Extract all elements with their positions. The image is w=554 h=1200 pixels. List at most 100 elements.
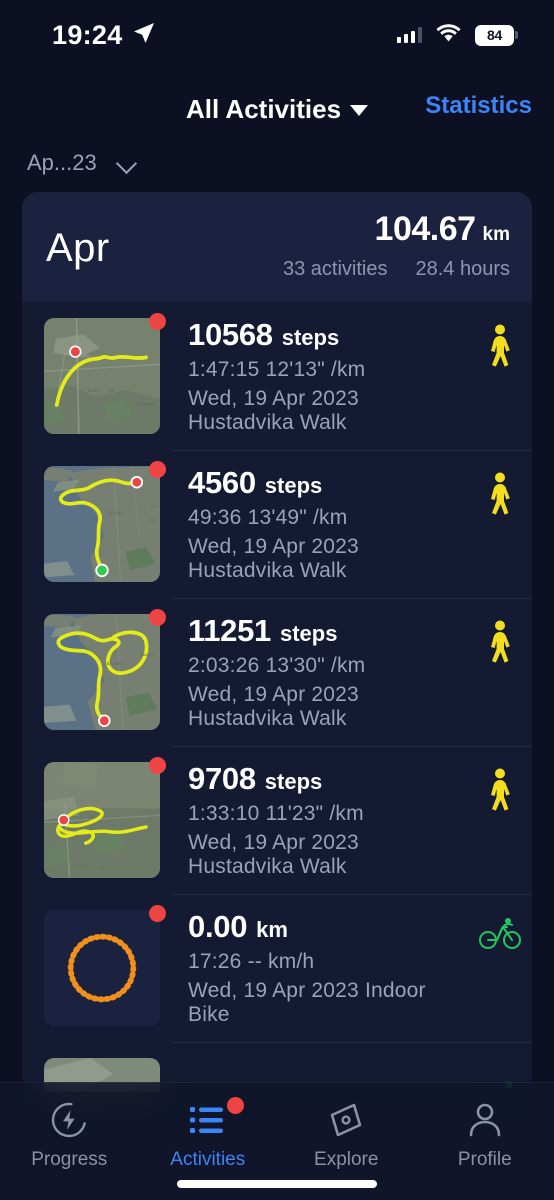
svg-text:KB: KB (108, 388, 114, 393)
activity-map-thumbnail[interactable]: BAKVIKA JR RD (44, 461, 166, 582)
walking-person-icon (468, 472, 532, 516)
svg-text:DALE: DALE (79, 862, 90, 867)
activity-unit: steps (281, 325, 340, 350)
svg-text:MYRBOLI: MYRBOLI (137, 402, 156, 407)
cellular-signal-icon (396, 27, 422, 43)
home-indicator[interactable] (177, 1180, 377, 1188)
map-image: BAKVIKA JR RD (44, 466, 160, 582)
chevron-down-icon (117, 152, 139, 174)
summary-distance-value: 104.67 (374, 210, 477, 248)
activity-meta: 49:36 13'49" /km (188, 506, 348, 529)
activity-map-thumbnail[interactable]: DALE KB MYRBOLI (44, 313, 166, 434)
activity-list: DALE KB MYRBOLI 10568 steps 1:47:15 12'1… (22, 302, 532, 1092)
unsynced-badge (149, 461, 166, 478)
tab-label: Progress (31, 1149, 108, 1170)
activity-meta: 17:26 -- km/h (188, 950, 315, 973)
svg-text:JR: JR (151, 505, 156, 509)
map-image: BAKVIKA BAKVIK (44, 614, 160, 730)
activity-date-title: Wed, 19 Apr 2023 Hustadvika Walk (188, 683, 359, 730)
activity-info: 10568 steps 1:47:15 12'13" /km Wed, 19 A… (160, 317, 468, 435)
statistics-button[interactable]: Statistics (425, 92, 532, 120)
tab-profile[interactable]: Profile (416, 1099, 554, 1171)
list-icon (188, 1097, 244, 1141)
nav-bar: All Activities Statistics (0, 88, 554, 130)
activity-date-title: Wed, 19 Apr 2023 Hustadvika Walk (188, 387, 359, 434)
bicycle-icon (468, 916, 532, 950)
summary-distance-unit: km (482, 224, 510, 245)
activity-unit: km (256, 917, 288, 942)
activity-meta: 1:47:15 12'13" /km (188, 358, 366, 381)
activity-row[interactable]: 0.00 km 17:26 -- km/h Wed, 19 Apr 2023 I… (22, 894, 532, 1042)
unsynced-badge (149, 609, 166, 626)
summary-hours: 28.4 hours (415, 258, 510, 280)
tab-explore[interactable]: Explore (277, 1099, 416, 1171)
activity-info: 9708 steps 1:33:10 11'23" /km Wed, 19 Ap… (160, 761, 468, 879)
activity-row[interactable]: DALE KB MYRBOLI 10568 steps 1:47:15 12'1… (22, 302, 532, 450)
activity-row[interactable]: BAKVIKA BAKVIK 11251 steps 2:03:26 13'30… (22, 598, 532, 746)
battery-level: 84 (487, 27, 502, 43)
activities-screen: 19:24 84 All Activities Statistics Ap...… (0, 0, 554, 1200)
svg-text:RD: RD (151, 519, 157, 523)
map-image: DALE KB MYRBOLI (44, 318, 160, 434)
status-bar: 19:24 84 (0, 0, 554, 70)
activity-map-thumbnail[interactable]: DALE KB (44, 757, 166, 878)
activity-meta: 2:03:26 13'30" /km (188, 654, 366, 677)
activity-unit: steps (264, 769, 323, 794)
activity-info: 4560 steps 49:36 13'49" /km Wed, 19 Apr … (160, 465, 468, 583)
activity-date-title: Wed, 19 Apr 2023 Hustadvika Walk (188, 831, 359, 878)
svg-text:BAKVIK: BAKVIK (141, 653, 154, 657)
activity-map-thumbnail[interactable] (44, 905, 166, 1026)
bottom-tab-bar: Progress Activities Explore Profile (0, 1082, 554, 1200)
activity-value: 11251 (188, 613, 271, 648)
activity-row[interactable]: DALE KB 9708 steps 1:33:10 11'23" /km We… (22, 746, 532, 894)
caret-down-icon (350, 105, 369, 116)
summary-activity-count: 33 activities (282, 258, 388, 280)
progress-bolt-icon (50, 1099, 88, 1141)
month-summary: Apr 104.67 km 33 activities 28.4 hours (22, 192, 532, 302)
activity-row[interactable]: BAKVIKA JR RD 4560 steps 49:36 13'49" /k… (22, 450, 532, 598)
nav-title-label: All Activities (185, 93, 342, 124)
battery-icon: 84 (475, 24, 518, 46)
activity-unit: steps (280, 621, 338, 646)
activities-card: Apr 104.67 km 33 activities 28.4 hours D… (22, 192, 532, 1092)
activity-map-thumbnail[interactable]: BAKVIKA BAKVIK (44, 609, 166, 730)
map-image: DALE KB (44, 762, 160, 878)
activity-info: 0.00 km 17:26 -- km/h Wed, 19 Apr 2023 I… (160, 909, 468, 1027)
unsynced-badge (149, 905, 166, 922)
svg-text:BAKVIKA: BAKVIKA (107, 661, 125, 666)
tab-label: Profile (457, 1149, 512, 1170)
person-icon (466, 1099, 504, 1141)
month-selector[interactable]: Ap...23 (27, 150, 139, 176)
walking-person-icon (468, 324, 532, 368)
svg-text:BAKVIKA: BAKVIKA (107, 511, 125, 516)
status-bar-left: 19:24 (52, 20, 156, 51)
walking-person-icon (468, 768, 532, 812)
unsynced-badge (149, 757, 166, 774)
tab-activities[interactable]: Activities (139, 1097, 278, 1171)
activity-value: 9708 (188, 761, 256, 796)
summary-month: Apr (46, 226, 110, 270)
activity-unit: steps (264, 473, 323, 498)
summary-stats: 104.67 km 33 activities 28.4 hours (283, 210, 510, 281)
tab-label: Activities (170, 1149, 246, 1170)
activity-value: 10568 (188, 317, 273, 352)
indoor-ring-graphic (44, 910, 160, 1026)
tab-badge (226, 1097, 244, 1114)
tab-progress[interactable]: Progress (0, 1099, 139, 1171)
activity-meta: 1:33:10 11'23" /km (188, 802, 364, 825)
activity-value: 0.00 (188, 909, 248, 944)
svg-text:DALE: DALE (88, 388, 100, 393)
wifi-icon (436, 23, 461, 47)
status-time: 19:24 (52, 19, 123, 50)
location-arrow-icon (132, 21, 156, 50)
unsynced-badge (149, 313, 166, 330)
walking-person-icon (468, 620, 532, 664)
tab-label: Explore (314, 1149, 379, 1170)
activity-info: 11251 steps 2:03:26 13'30" /km Wed, 19 A… (160, 613, 468, 731)
status-bar-right: 84 (396, 23, 518, 47)
activity-date-title: Wed, 19 Apr 2023 Indoor Bike (188, 979, 426, 1026)
activity-value: 4560 (188, 465, 256, 500)
month-selector-label: Ap...23 (27, 150, 97, 175)
svg-text:KB: KB (100, 866, 105, 870)
activity-date-title: Wed, 19 Apr 2023 Hustadvika Walk (188, 535, 359, 582)
